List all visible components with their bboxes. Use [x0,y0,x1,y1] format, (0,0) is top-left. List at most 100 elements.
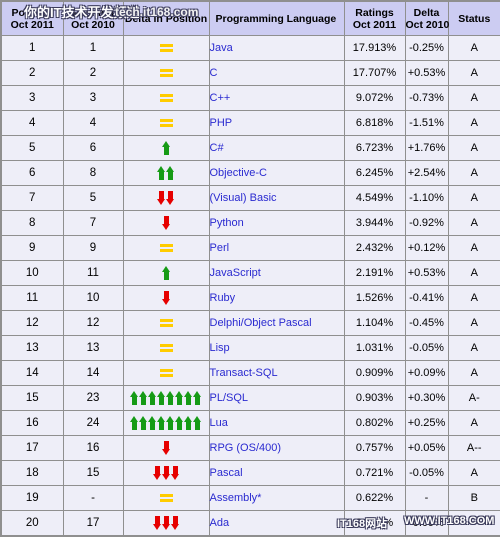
cell-ratings: 4.549% [343,185,406,211]
cell-status: A [447,110,500,136]
cell-programming-language[interactable]: PL/SQL [208,385,345,411]
cell-position-2011: 20 [0,510,64,537]
cell-delta: +0.30% [404,385,449,411]
equals-icon [159,68,173,78]
cell-delta: +0.53% [404,60,449,86]
cell-delta: +1.76% [404,135,449,161]
equals-icon [159,318,173,328]
cell-programming-language[interactable]: Assembly* [208,485,345,511]
position-change-indicator [161,291,171,305]
arrow-up-icon [184,416,193,430]
cell-ratings: 9.072% [343,85,406,111]
cell-position-2010: 11 [62,260,124,286]
cell-ratings: 3.944% [343,210,406,236]
cell-delta: -0.25% [404,35,449,61]
arrow-down-icon [161,516,171,530]
position-change-indicator [159,243,173,253]
position-change-indicator [161,441,171,455]
cell-delta-in-position [122,135,210,161]
cell-delta: -0.05% [404,335,449,361]
cell-programming-language[interactable]: Perl [208,235,345,261]
column-header-line2: Oct 2011 [10,18,54,31]
cell-ratings: 6.723% [343,135,406,161]
cell-programming-language[interactable]: PHP [208,110,345,136]
arrow-up-icon [139,391,148,405]
cell-position-2011: 13 [0,335,64,361]
column-header-line1: Delta [413,6,440,19]
cell-programming-language[interactable]: Python [208,210,345,236]
arrow-down-icon [152,466,162,480]
cell-delta: +0.12% [404,235,449,261]
cell-position-2011: 12 [0,310,64,336]
position-change-indicator [159,368,173,378]
cell-programming-language[interactable]: JavaScript [208,260,345,286]
cell-position-2011: 15 [0,385,64,411]
cell-position-2011: 7 [0,185,64,211]
cell-programming-language[interactable]: Pascal [208,460,345,486]
cell-programming-language[interactable]: Delphi/Object Pascal [208,310,345,336]
table-row: 3 3 C++ 9.072% -0.73% A [0,85,500,111]
cell-status: A [447,410,500,436]
cell-status: A-- [447,435,500,461]
cell-ratings: 6.818% [343,110,406,136]
cell-programming-language[interactable]: C [208,60,345,86]
cell-position-2010: 2 [62,60,124,86]
cell-position-2010: 10 [62,285,124,311]
cell-delta: -0.09% [404,510,449,537]
cell-position-2011: 14 [0,360,64,386]
table-row: 18 15 Pascal 0.721% -0.05% A [0,460,500,486]
cell-delta-in-position [122,110,210,136]
cell-programming-language[interactable]: Ada [208,510,345,537]
table-row: 2 2 C 17.707% +0.53% A [0,60,500,86]
arrow-up-icon [157,166,166,180]
cell-programming-language[interactable]: Lisp [208,335,345,361]
cell-delta-in-position [122,435,210,461]
equals-icon [159,343,173,353]
cell-position-2011: 19 [0,485,64,511]
column-header-language: Programming Language [208,0,345,36]
cell-position-2011: 10 [0,260,64,286]
table-row: 20 17 Ada 0.608% -0.09% [0,510,500,537]
arrow-up-icon [148,416,157,430]
cell-position-2010: 4 [62,110,124,136]
table-row: 12 12 Delphi/Object Pascal 1.104% -0.45% A [0,310,500,336]
column-header-delta-pos: Delta in Position [122,0,210,36]
cell-delta-in-position [122,310,210,336]
cell-status: A [447,460,500,486]
cell-position-2010: 12 [62,310,124,336]
arrow-up-icon [130,391,139,405]
cell-programming-language[interactable]: Java [208,35,345,61]
cell-position-2010: 5 [62,185,124,211]
arrow-down-icon [170,466,180,480]
cell-programming-language[interactable]: C# [208,135,345,161]
column-header-line1: Position [11,6,53,19]
cell-programming-language[interactable]: Lua [208,410,345,436]
cell-position-2010: 7 [62,210,124,236]
column-header-line2: Oct 2011 [352,18,397,31]
table-row: 11 10 Ruby 1.526% -0.41% A [0,285,500,311]
column-header-line1: Position [72,6,114,19]
cell-status: A [447,60,500,86]
arrow-up-icon [157,391,166,405]
cell-status: A [447,285,500,311]
cell-position-2010: 15 [62,460,124,486]
arrow-down-icon [161,466,171,480]
table-row: 8 7 Python 3.944% -0.92% A [0,210,500,236]
position-change-indicator [130,391,202,405]
cell-programming-language[interactable]: Transact-SQL [208,360,345,386]
cell-programming-language[interactable]: Ruby [208,285,345,311]
cell-ratings: 17.913% [343,35,406,61]
cell-programming-language[interactable]: C++ [208,85,345,111]
cell-delta: -0.92% [404,210,449,236]
cell-delta: +0.25% [404,410,449,436]
cell-delta-in-position [122,35,210,61]
cell-delta-in-position [122,510,210,537]
cell-status: A [447,160,500,186]
cell-position-2010: 8 [62,160,124,186]
cell-delta: - [404,485,449,511]
column-header-line1: Ratings [355,6,394,19]
cell-programming-language[interactable]: RPG (OS/400) [208,435,345,461]
cell-programming-language[interactable]: Objective-C [208,160,345,186]
cell-programming-language[interactable]: (Visual) Basic [208,185,345,211]
arrow-up-icon [184,391,193,405]
